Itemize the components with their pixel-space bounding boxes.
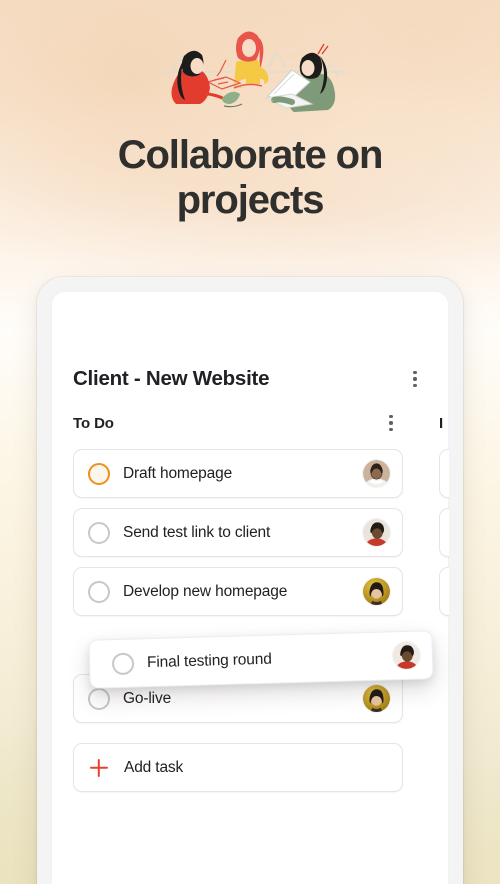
kebab-dot — [389, 421, 393, 425]
task-board: To Do Draft homepage Send test link to c… — [51, 391, 449, 792]
kebab-dot — [413, 370, 417, 375]
board-column-next-peek[interactable]: I — [439, 411, 449, 792]
avatar[interactable] — [363, 685, 390, 712]
task-label: Final testing round — [146, 650, 272, 671]
column-header-todo: To Do — [73, 411, 425, 435]
task-label: Go-live — [123, 689, 172, 707]
task-label: Develop new homepage — [123, 582, 288, 600]
page-title: Collaborate on projects — [117, 133, 384, 222]
kebab-dot — [389, 414, 393, 419]
task-card-list: Draft homepage Send test link to client … — [73, 449, 434, 792]
avatar[interactable] — [363, 578, 390, 605]
task-row[interactable]: Send test link to client — [73, 508, 403, 557]
avatar-curly-hair-white-shirt-icon — [363, 460, 390, 487]
add-task-button[interactable]: Add task — [73, 743, 403, 792]
project-title: Client - New Website — [73, 367, 270, 390]
three-people-collaborating-illustration — [154, 31, 346, 112]
task-row[interactable] — [439, 449, 449, 498]
column-menu-button[interactable] — [379, 411, 403, 435]
column-header-next: I — [439, 411, 449, 435]
add-task-label: Add task — [124, 758, 184, 776]
avatar[interactable] — [392, 641, 421, 670]
kebab-dot — [389, 427, 393, 432]
column-title: I — [439, 414, 444, 432]
kebab-dot — [413, 383, 417, 388]
task-label: Send test link to client — [123, 523, 271, 541]
avatar-dark-hair-gold-bg-icon — [363, 578, 390, 605]
task-row[interactable]: Develop new homepage — [73, 567, 403, 616]
task-row[interactable] — [439, 567, 449, 616]
column-title: To Do — [73, 414, 114, 432]
plus-icon — [88, 757, 110, 779]
hero-illustration — [0, 10, 500, 125]
task-label: Draft homepage — [123, 464, 233, 482]
task-card-list-next — [439, 449, 449, 616]
avatar-dark-hair-red-top-icon — [363, 519, 390, 546]
phone-mockup: Client - New Website To Do Draft homepag… — [37, 277, 463, 884]
task-checkbox-icon[interactable] — [111, 652, 135, 675]
avatar-dark-hair-red-top-icon — [392, 641, 420, 670]
task-checkbox-icon[interactable] — [88, 580, 110, 603]
task-row[interactable]: Draft homepage — [73, 449, 403, 498]
task-checkbox-icon[interactable] — [88, 462, 110, 485]
phone-screen: Client - New Website To Do Draft homepag… — [51, 291, 449, 884]
task-row[interactable] — [439, 508, 449, 557]
task-checkbox-icon[interactable] — [88, 687, 110, 710]
kebab-dot — [413, 377, 417, 381]
app-header: Client - New Website — [51, 291, 449, 391]
avatar[interactable] — [363, 519, 390, 546]
task-checkbox-icon[interactable] — [88, 521, 110, 544]
avatar[interactable] — [363, 460, 390, 487]
avatar-dark-hair-gold-bg-icon — [363, 685, 390, 712]
project-menu-button[interactable] — [403, 367, 427, 391]
board-column-todo: To Do Draft homepage Send test link to c… — [51, 411, 434, 792]
task-row-dragging[interactable]: Final testing round — [88, 630, 434, 689]
